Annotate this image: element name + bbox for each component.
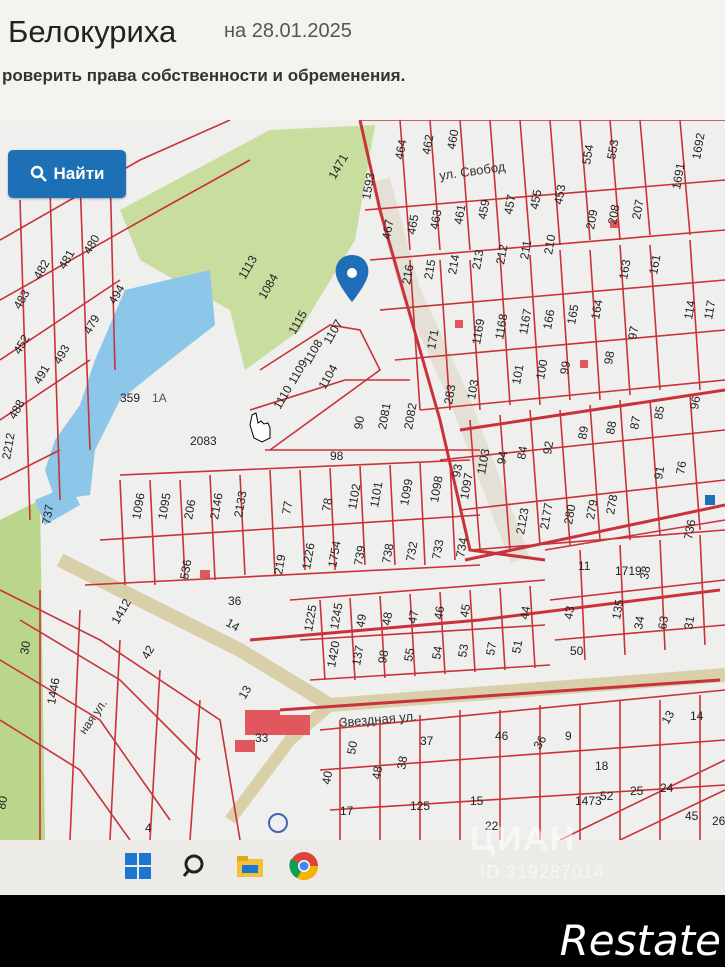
parcel-label: 50 — [344, 740, 360, 756]
parcel-label: 45 — [457, 603, 473, 619]
search-button-label: Найти — [53, 164, 105, 183]
parcel-label: 77 — [279, 500, 295, 516]
parcel-label: 46 — [495, 729, 509, 743]
parcel-label: 48 — [369, 765, 385, 781]
parcel-label: 38 — [394, 755, 410, 771]
parcel-label: 55 — [401, 647, 417, 663]
parcel-label: 57 — [483, 641, 499, 657]
parcel-label: 47 — [405, 609, 421, 625]
parcel-label: 87 — [627, 415, 643, 431]
parcel-label: 78 — [319, 497, 335, 513]
parcel-label: 76 — [673, 460, 689, 476]
parcel-label: 36 — [228, 594, 242, 608]
page-title: Белокуриха — [8, 14, 177, 49]
parcel-label: 91 — [651, 465, 667, 481]
parcel-label: 99 — [557, 360, 573, 376]
parcel-label: 17 — [340, 804, 354, 818]
parcel-label: 25 — [630, 784, 644, 798]
parcel-label: 90 — [351, 415, 367, 431]
parcel-label: 52 — [600, 789, 614, 803]
parcel-label: 15 — [470, 794, 484, 808]
green-strip — [0, 500, 45, 840]
parcel-label: 49 — [353, 613, 369, 629]
parcel-label: 85 — [651, 405, 667, 421]
parcel-label: 125 — [410, 799, 430, 813]
check-rights-link[interactable]: роверить права собственности и обременен… — [2, 66, 405, 86]
parcel-label: 33 — [255, 731, 269, 745]
parcel-label: 54 — [429, 645, 445, 661]
parcel-label: 89 — [575, 425, 591, 441]
parcel-label: 98 — [375, 649, 391, 665]
parcel-label: 34 — [631, 615, 647, 631]
parcel-label: 4 — [145, 821, 152, 835]
parcel-label: 53 — [455, 643, 471, 659]
chrome-icon[interactable] — [288, 850, 320, 882]
parcel-label: 43 — [561, 605, 577, 621]
parcel-label: 18 — [595, 759, 609, 773]
parcel-label: 98 — [601, 350, 617, 366]
parcel-label: 14 — [690, 709, 704, 723]
parcel-label: 26 — [712, 814, 725, 828]
parcel-label: 2083 — [190, 434, 217, 448]
taskbar — [0, 840, 725, 895]
parcel-label: 50 — [570, 644, 584, 658]
parcel-label: 9 — [565, 729, 572, 743]
parcel-label: 30 — [17, 640, 33, 656]
date-label: на 28.01.2025 — [224, 20, 352, 42]
parcel-label: 63 — [655, 615, 671, 631]
lake-label: 359 — [120, 391, 140, 405]
parcel-label: 88 — [603, 420, 619, 436]
parcel-label: 94 — [494, 450, 510, 466]
search-button[interactable]: Найти — [8, 150, 126, 198]
parcel-label: 1473 — [575, 794, 602, 808]
watermark-id: ID 319287014 — [480, 862, 606, 882]
cadastral-map[interactable]: 464 462 460 554 553 1692 1691 1593 467 4… — [0, 120, 725, 840]
parcel-label: 46 — [431, 605, 447, 621]
parcel-label: 24 — [660, 781, 674, 795]
windows-start-icon[interactable] — [122, 850, 154, 882]
search-icon — [30, 165, 47, 182]
parcel-label: 38 — [637, 565, 653, 581]
parcel-label: 37 — [420, 734, 434, 748]
lake-suffix-label: 1А — [152, 391, 167, 405]
parcel-label: 44 — [517, 605, 533, 621]
screen: Белокуриха на 28.01.2025 роверить права … — [0, 0, 725, 895]
watermark: ЦИАН — [470, 820, 577, 858]
parcel-label: 92 — [540, 440, 556, 456]
page-header: Белокуриха на 28.01.2025 роверить права … — [0, 0, 725, 120]
parcel-label: 31 — [681, 615, 697, 631]
parcel-label: 97 — [625, 325, 641, 341]
parcel-label: 40 — [319, 770, 335, 786]
file-explorer-icon[interactable] — [234, 850, 266, 882]
parcel-label: 98 — [330, 449, 344, 463]
brand-logo: Restate — [559, 916, 721, 965]
parcel-label: 96 — [687, 395, 703, 411]
parcel-label: 84 — [514, 445, 530, 461]
parcel-label: 45 — [685, 809, 699, 823]
parcel-label: 48 — [379, 611, 395, 627]
map-marker-icon[interactable] — [705, 495, 715, 505]
parcel-label: 11 — [578, 559, 591, 573]
search-icon[interactable] — [180, 850, 212, 882]
parcel-label: 51 — [509, 639, 525, 655]
